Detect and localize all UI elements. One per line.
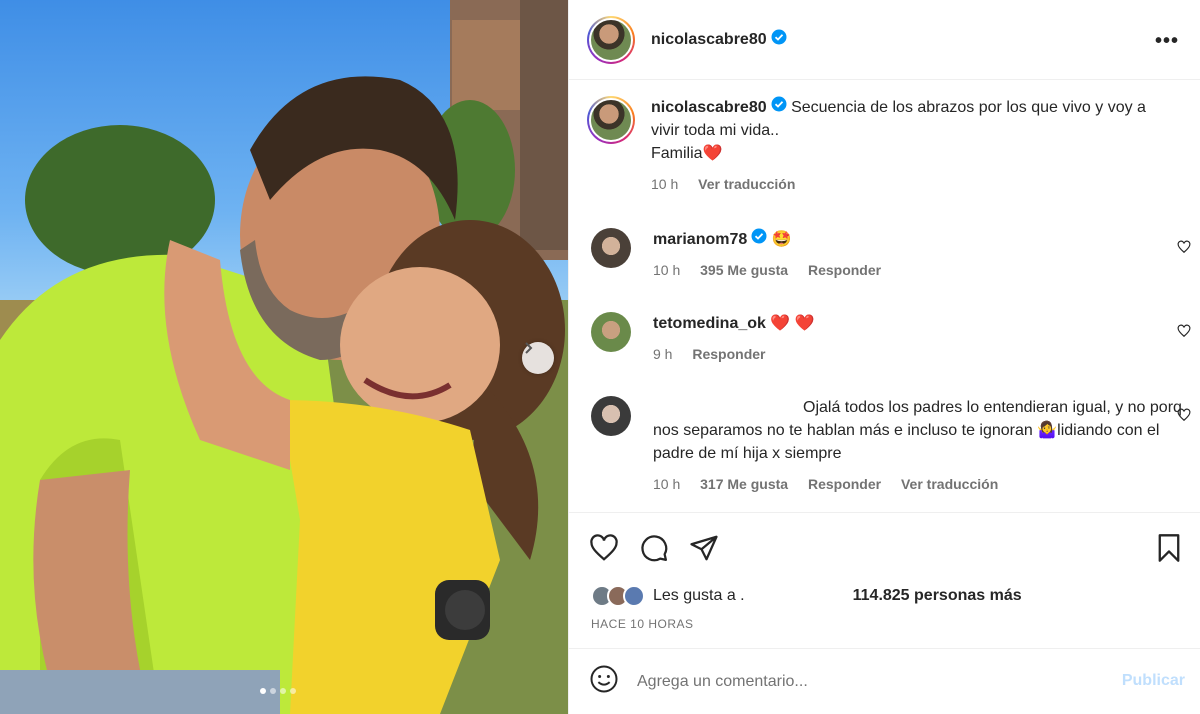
- caption-username[interactable]: nicolascabre80: [651, 99, 767, 116]
- caption-avatar[interactable]: [587, 96, 635, 144]
- comment-item: Ojalá todos los padres lo entendieran ig…: [591, 396, 1191, 496]
- add-comment-bar: Publicar: [569, 648, 1200, 714]
- caption-time[interactable]: 10 h: [651, 176, 678, 192]
- commenter-username[interactable]: tetomedina_ok: [653, 315, 766, 332]
- comment-text: ❤️ ❤️: [770, 315, 815, 332]
- likes-prefix: Les gusta a .: [653, 587, 745, 604]
- post-timestamp[interactable]: HACE 10 HORAS: [591, 617, 694, 631]
- comment-input[interactable]: [637, 672, 1097, 691]
- comment-item: marianom78 🤩 10 h 395 Me gusta Responder: [591, 228, 1191, 282]
- verified-icon: [751, 228, 767, 251]
- heart-icon[interactable]: [1177, 324, 1191, 343]
- see-translation-link[interactable]: Ver traducción: [901, 476, 998, 492]
- post-caption: nicolascabre80 Secuencia de los abrazos …: [587, 96, 1187, 196]
- author-avatar[interactable]: [587, 15, 635, 64]
- comment-time[interactable]: 9 h: [653, 346, 672, 362]
- more-icon[interactable]: •••: [1155, 30, 1179, 53]
- comment-time[interactable]: 10 h: [653, 262, 680, 278]
- comment-item: tetomedina_ok ❤️ ❤️ 9 h Responder: [591, 312, 1191, 366]
- heart-icon[interactable]: [589, 533, 619, 568]
- commenter-avatar[interactable]: [591, 228, 631, 268]
- commenter-avatar[interactable]: [591, 312, 631, 352]
- heart-icon[interactable]: [1177, 408, 1191, 427]
- carousel-dot: [270, 688, 276, 694]
- reply-button[interactable]: Responder: [808, 476, 881, 492]
- emoji-icon[interactable]: [589, 664, 619, 699]
- post-side-panel: nicolascabre80 ••• nicolascabre80 Secuen…: [568, 0, 1200, 714]
- post-photo[interactable]: [0, 0, 568, 714]
- carousel-dots: [260, 688, 296, 694]
- comment-text: 🤩: [771, 231, 792, 248]
- bookmark-icon[interactable]: [1155, 533, 1183, 568]
- carousel-dot: [280, 688, 286, 694]
- author-username[interactable]: nicolascabre80: [651, 31, 767, 49]
- comment-text: Ojalá todos los padres lo entendieran ig…: [653, 399, 1182, 462]
- share-icon[interactable]: [689, 533, 719, 568]
- post-actions: Les gusta a . 114.825 personas más HACE …: [569, 512, 1200, 648]
- comment-likes[interactable]: 317 Me gusta: [700, 476, 788, 492]
- comment-icon[interactable]: [639, 533, 669, 568]
- likes-count[interactable]: 114.825 personas más: [853, 587, 1022, 605]
- comment-likes[interactable]: 395 Me gusta: [700, 262, 788, 278]
- caption-text-line2: Familia: [651, 145, 703, 163]
- next-photo-button[interactable]: [522, 342, 554, 374]
- post-header: nicolascabre80 •••: [569, 0, 1200, 80]
- carousel-dot: [260, 688, 266, 694]
- reply-button[interactable]: Responder: [808, 262, 881, 278]
- see-translation-link[interactable]: Ver traducción: [698, 176, 795, 192]
- commenter-avatar[interactable]: [591, 396, 631, 436]
- verified-icon: [771, 29, 787, 50]
- carousel-dot: [290, 688, 296, 694]
- publish-button[interactable]: Publicar: [1122, 672, 1185, 690]
- heart-icon[interactable]: [1177, 240, 1191, 259]
- liker-avatar: [623, 585, 645, 607]
- comment-time[interactable]: 10 h: [653, 476, 680, 492]
- verified-icon: [771, 96, 787, 119]
- photo-illustration: [0, 0, 568, 714]
- reply-button[interactable]: Responder: [692, 346, 765, 362]
- likes-summary[interactable]: Les gusta a . 114.825 personas más: [591, 585, 1191, 607]
- commenter-username[interactable]: marianom78: [653, 231, 747, 248]
